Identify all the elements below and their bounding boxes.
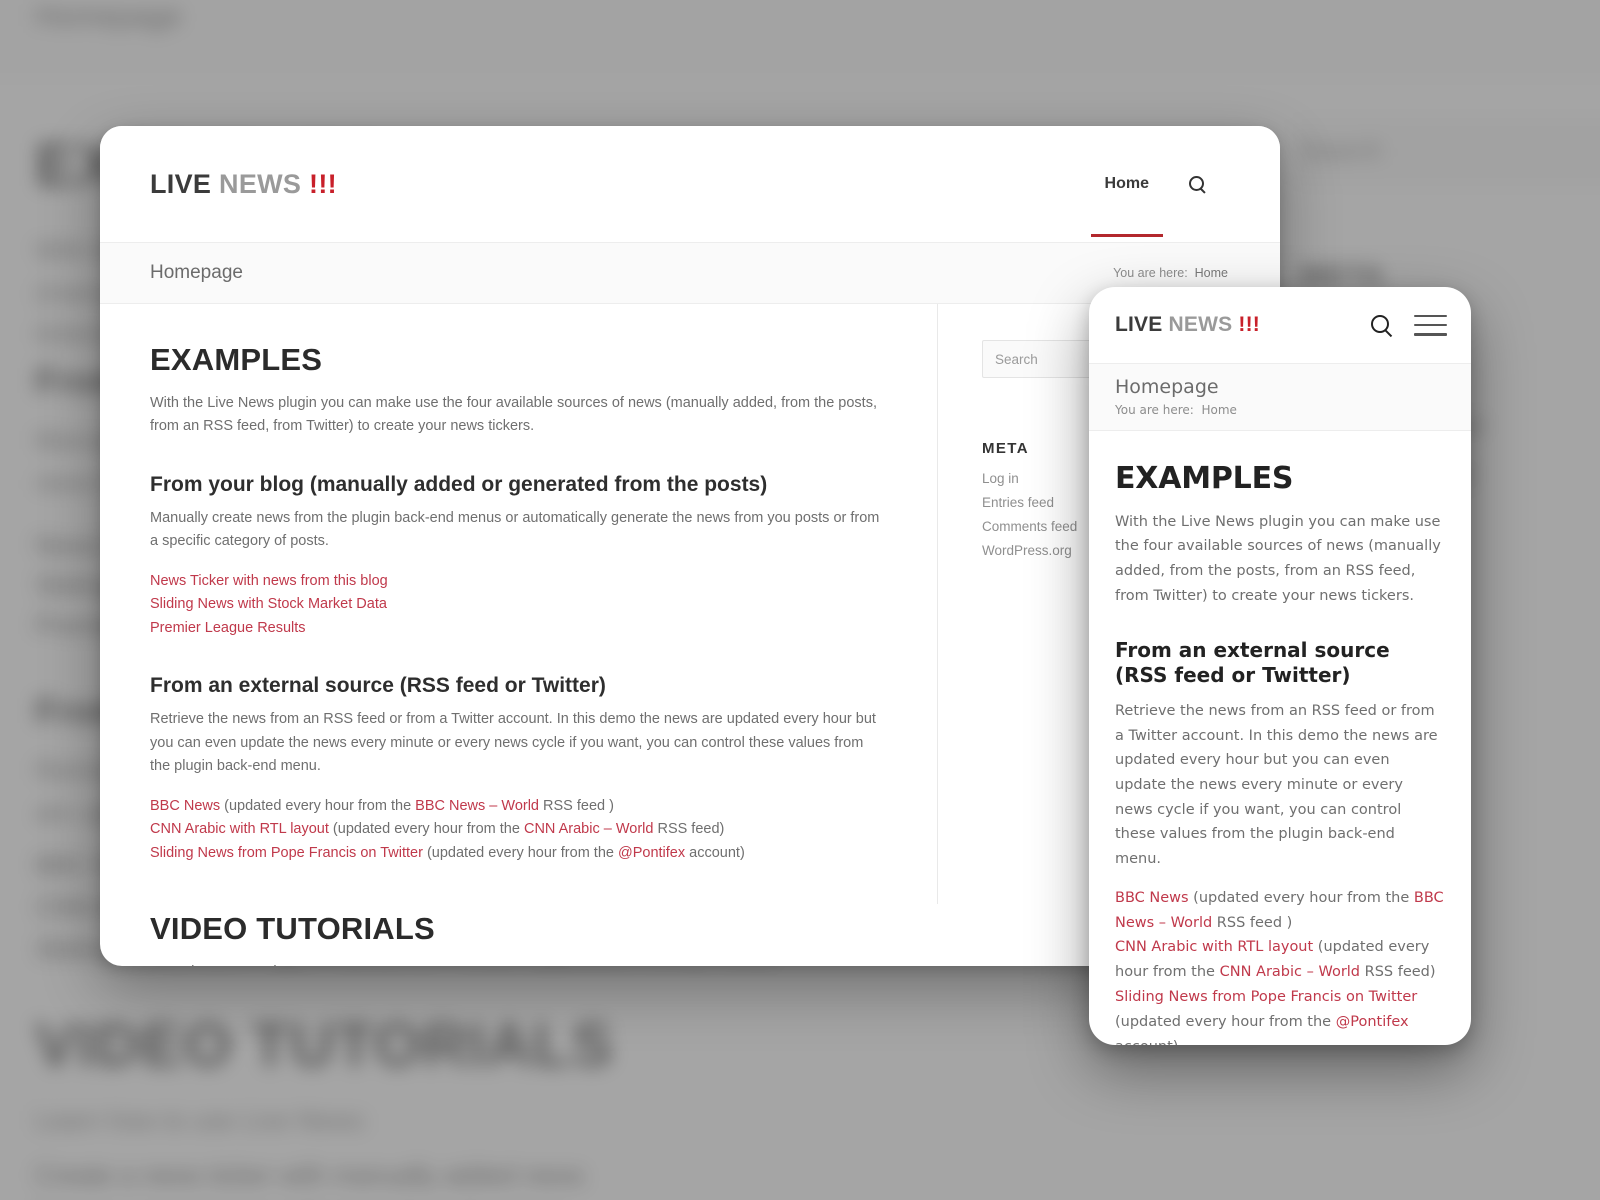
section1-link-list: News Ticker with news from this blog Sli…: [150, 570, 887, 640]
breadcrumb-here-value[interactable]: Home: [1195, 266, 1228, 280]
mobile-examples-intro: With the Live News plugin you can make u…: [1115, 513, 1441, 604]
mobile-breadcrumb-bar: Homepage You are here: Home: [1089, 363, 1471, 431]
row-tail-text: account): [685, 844, 745, 861]
logo-word-live: LIVE: [150, 168, 212, 199]
section-heading-from-your-blog: From your blog (manually added or genera…: [150, 472, 768, 496]
breadcrumb-here-value[interactable]: Home: [1201, 403, 1236, 417]
link-cnn-arabic-world-feed[interactable]: CNN Arabic – World: [1220, 964, 1360, 980]
search-placeholder: Search: [995, 351, 1038, 367]
row-mid-text: (updated every hour from the: [1115, 1014, 1336, 1031]
link-pope-francis-twitter[interactable]: Sliding News from Pope Francis on Twitte…: [150, 845, 423, 861]
screenshot-stage: LIVE NEWS !!! Homepage EXAMPLES With the…: [0, 0, 1600, 1200]
link-cnn-arabic-rtl[interactable]: CNN Arabic with RTL layout: [150, 821, 329, 837]
link-cnn-arabic-rtl[interactable]: CNN Arabic with RTL layout: [1115, 939, 1313, 955]
row-mid-text: (updated every hour from the: [422, 844, 618, 861]
section-heading-external-source: From an external source (RSS feed or Twi…: [150, 674, 606, 698]
video-tutorials-paragraph: Learn how to use Live News:: [150, 961, 887, 966]
list-item: BBC News (updated every hour from the BB…: [1115, 886, 1445, 936]
hamburger-menu-icon[interactable]: [1414, 314, 1447, 336]
section1-paragraph: Manually create news from the plugin bac…: [150, 509, 880, 550]
logo-word-news: NEWS: [1168, 313, 1233, 336]
logo-word-live: LIVE: [1115, 313, 1163, 336]
list-item: CNN Arabic with RTL layout (updated ever…: [150, 818, 887, 841]
breadcrumb-page-title: Homepage: [150, 262, 243, 283]
search-icon[interactable]: [1371, 314, 1392, 336]
mobile-header-icons: [1371, 314, 1447, 336]
mobile-site-header: LIVE NEWS !!!: [1089, 287, 1471, 363]
link-news-ticker-blog[interactable]: News Ticker with news from this blog: [150, 573, 388, 589]
link-bbc-news[interactable]: BBC News: [150, 798, 220, 814]
row-mid-text: (updated every hour from the: [1188, 889, 1414, 906]
link-pontifex-account[interactable]: @Pontifex: [618, 845, 685, 861]
row-tail-text: RSS feed ): [539, 797, 614, 814]
logo-word-news: NEWS: [219, 168, 302, 199]
site-logo[interactable]: LIVE NEWS !!!: [150, 169, 337, 200]
section2-link-list: BBC News (updated every hour from the BB…: [150, 795, 887, 865]
link-pontifex-account[interactable]: @Pontifex: [1336, 1014, 1409, 1030]
desktop-main-nav: Home: [1090, 131, 1228, 237]
list-item: Sliding News from Pope Francis on Twitte…: [1115, 985, 1445, 1045]
link-pope-francis-twitter[interactable]: Sliding News from Pope Francis on Twitte…: [1115, 989, 1417, 1005]
row-mid-text: (updated every hour from the: [328, 821, 524, 838]
page-title-video-tutorials: VIDEO TUTORIALS: [150, 911, 435, 947]
mobile-section-paragraph: Retrieve the news from an RSS feed or fr…: [1115, 703, 1438, 867]
link-sliding-news-stock[interactable]: Sliding News with Stock Market Data: [150, 596, 387, 612]
link-cnn-arabic-world-feed[interactable]: CNN Arabic – World: [524, 821, 653, 837]
mobile-page-title-examples: EXAMPLES: [1115, 460, 1294, 496]
desktop-main-column: EXAMPLES With the Live News plugin you c…: [100, 304, 938, 966]
desktop-site-header: LIVE NEWS !!! Home: [100, 126, 1280, 242]
page-title-examples: EXAMPLES: [150, 342, 323, 377]
row-tail-text: account): [1115, 1039, 1178, 1045]
mobile-link-list: BBC News (updated every hour from the BB…: [1115, 886, 1445, 1045]
breadcrumb-trail: You are here: Home: [1113, 266, 1228, 280]
logo-exclamations: !!!: [309, 168, 337, 199]
search-icon[interactable]: [1189, 175, 1206, 193]
link-bbc-news-world-feed[interactable]: BBC News – World: [415, 798, 539, 814]
nav-item-home[interactable]: Home: [1090, 131, 1164, 237]
link-premier-league[interactable]: Premier League Results: [150, 620, 306, 636]
mobile-section-heading-external-source: From an external source (RSS feed or Twi…: [1115, 638, 1390, 687]
row-tail-text: RSS feed ): [1212, 914, 1293, 931]
breadcrumb-here-label: You are here:: [1115, 402, 1194, 417]
list-item: BBC News (updated every hour from the BB…: [150, 795, 887, 818]
list-item: Sliding News with Stock Market Data: [150, 593, 887, 616]
breadcrumb-trail: You are here: Home: [1115, 403, 1445, 417]
mobile-body: EXAMPLES With the Live News plugin you c…: [1089, 431, 1471, 1045]
list-item: Sliding News from Pope Francis on Twitte…: [150, 842, 887, 865]
list-item: CNN Arabic with RTL layout (updated ever…: [1115, 935, 1445, 985]
list-item: News Ticker with news from this blog: [150, 570, 887, 593]
link-bbc-news[interactable]: BBC News: [1115, 890, 1189, 906]
examples-intro-paragraph: With the Live News plugin you can make u…: [150, 395, 877, 435]
row-tail-text: RSS feed): [653, 821, 725, 838]
list-item: Premier League Results: [150, 617, 887, 640]
mobile-site-logo[interactable]: LIVE NEWS !!!: [1115, 313, 1260, 337]
row-mid-text: (updated every hour from the: [220, 797, 416, 814]
breadcrumb-page-title: Homepage: [1115, 376, 1219, 398]
row-tail-text: RSS feed): [1360, 964, 1436, 981]
logo-exclamations: !!!: [1238, 313, 1260, 336]
mobile-preview-card: LIVE NEWS !!! Homepage You are here: Hom…: [1089, 287, 1471, 1045]
breadcrumb-here-label: You are here:: [1113, 266, 1188, 280]
section2-paragraph: Retrieve the news from an RSS feed or fr…: [150, 711, 876, 775]
